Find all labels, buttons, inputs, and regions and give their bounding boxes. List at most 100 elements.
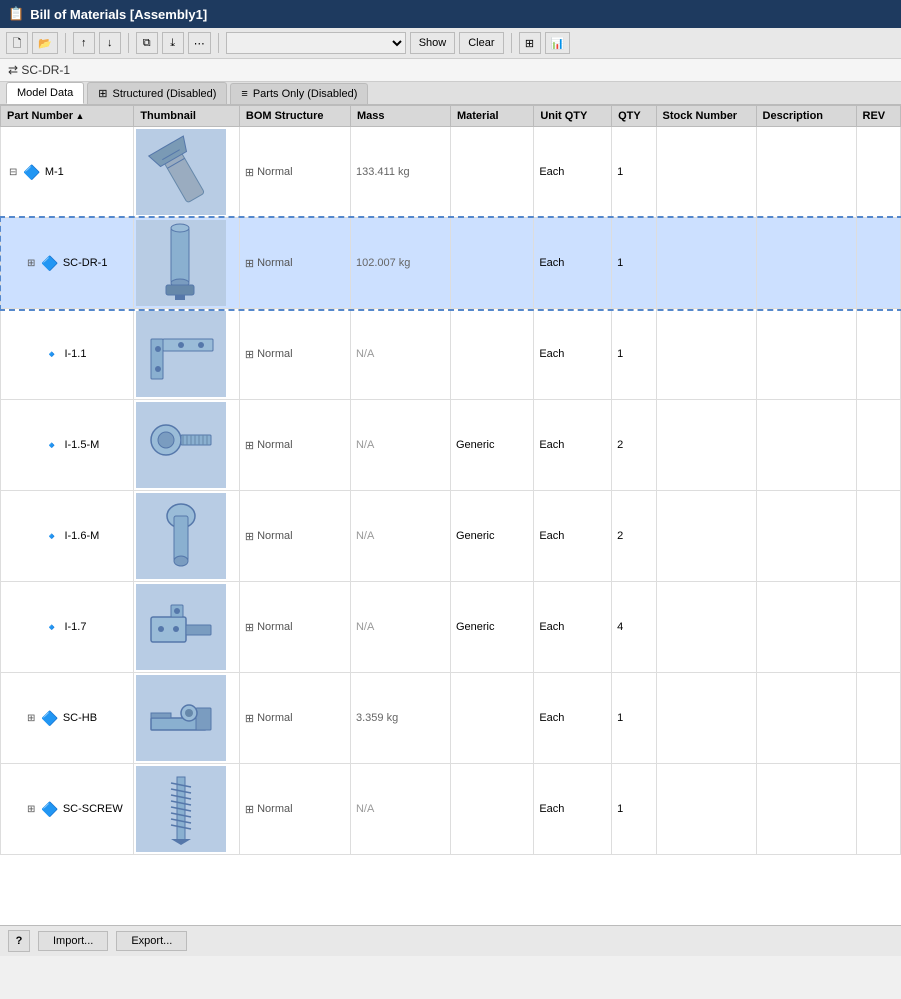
filter-button[interactable]: ⧉ <box>136 32 158 54</box>
cell-partnum-row-scdr1: ⊞🔷SC-DR-1 <box>1 218 134 309</box>
bom-structure-icon-row-i11: ⊞ <box>245 348 254 361</box>
import-button[interactable]: Import... <box>38 931 108 951</box>
table-row[interactable]: ⊞🔷SC-HB ⊞Normal3.359 kgEach1 <box>1 673 901 764</box>
clear-button[interactable]: Clear <box>459 32 503 54</box>
tab-parts-only-label: Parts Only (Disabled) <box>253 88 358 100</box>
cell-stock-row-i16m <box>656 491 756 582</box>
tab-bar: Model Data ⊞ Structured (Disabled) ≡ Par… <box>0 82 901 105</box>
table-row[interactable]: 🔹I-1.7 ⊞NormalN/AGenericEach4 <box>1 582 901 673</box>
part-icon-row-m1: 🔷 <box>23 164 40 181</box>
path-bar: ⇄ SC-DR-1 <box>0 59 901 82</box>
bom-structure-icon-row-scscrew: ⊞ <box>245 803 254 816</box>
expand-btn-row-scdr1[interactable]: ⊞ <box>25 257 37 270</box>
part-number-label-row-scscrew: SC-SCREW <box>63 803 123 815</box>
col-header-stock[interactable]: Stock Number <box>656 106 756 127</box>
col-header-uqty[interactable]: Unit QTY <box>534 106 612 127</box>
tab-structured[interactable]: ⊞ Structured (Disabled) <box>87 82 227 104</box>
show-button[interactable]: Show <box>410 32 456 54</box>
export-button-footer[interactable]: Export... <box>116 931 187 951</box>
part-number-label-row-i16m: I-1.6-M <box>64 530 99 542</box>
cell-bom-row-i11: ⊞Normal <box>239 309 350 400</box>
col-header-material[interactable]: Material <box>450 106 533 127</box>
cell-desc-row-i11 <box>756 309 856 400</box>
cell-stock-row-scdr1 <box>656 218 756 309</box>
tab-model-data[interactable]: Model Data <box>6 82 84 104</box>
sort-desc-button[interactable]: ↓ <box>99 32 121 54</box>
bom-table-container: Part Number Thumbnail BOM Structure Mass… <box>0 105 901 925</box>
cell-unit-qty-row-i16m: Each <box>534 491 612 582</box>
thumbnail-img-row-m1 <box>136 129 226 215</box>
cell-unit-qty-row-scscrew: Each <box>534 764 612 855</box>
new-button[interactable]: 🗋 <box>6 32 28 54</box>
cell-rev-row-i17 <box>856 582 900 673</box>
col-header-qty[interactable]: QTY <box>612 106 656 127</box>
thumbnail-img-row-scdr1 <box>136 220 226 306</box>
part-number-label-row-scdr1: SC-DR-1 <box>63 257 108 269</box>
cell-qty-row-i17: 4 <box>612 582 656 673</box>
export-button[interactable]: ⤓ <box>162 32 184 54</box>
expand-btn-row-m1[interactable]: ⊟ <box>7 166 19 179</box>
tab-parts-only[interactable]: ≡ Parts Only (Disabled) <box>230 83 368 104</box>
expand-btn-row-scscrew[interactable]: ⊞ <box>25 803 37 816</box>
bom-structure-label-row-i11: Normal <box>257 348 292 360</box>
part-number-label-row-m1: M-1 <box>45 166 64 178</box>
window-title: Bill of Materials [Assembly1] <box>30 7 207 22</box>
cell-partnum-row-schb: ⊞🔷SC-HB <box>1 673 134 764</box>
cell-rev-row-scdr1 <box>856 218 900 309</box>
bom-structure-icon-row-i17: ⊞ <box>245 621 254 634</box>
bom-structure-label-row-i16m: Normal <box>257 530 292 542</box>
cell-unit-qty-row-schb: Each <box>534 673 612 764</box>
table-view-button[interactable]: ⊞ <box>519 32 541 54</box>
cell-partnum-row-i17: 🔹I-1.7 <box>1 582 134 673</box>
help-button[interactable]: ? <box>8 930 30 952</box>
table-row[interactable]: ⊟🔷M-1 ⊞Normal133.411 kgEach1 <box>1 127 901 218</box>
table-row[interactable]: 🔹I-1.1 ⊞NormalN/AEach1 <box>1 309 901 400</box>
cell-desc-row-i16m <box>756 491 856 582</box>
cell-qty-row-scdr1: 1 <box>612 218 656 309</box>
open-button[interactable]: 📂 <box>32 32 58 54</box>
cell-rev-row-m1 <box>856 127 900 218</box>
cell-partnum-row-i11: 🔹I-1.1 <box>1 309 134 400</box>
expand-btn-row-schb[interactable]: ⊞ <box>25 712 37 725</box>
cell-rev-row-scscrew <box>856 764 900 855</box>
tab-parts-only-icon: ≡ <box>241 88 247 100</box>
cell-mass-row-i15m: N/A <box>350 400 450 491</box>
cell-material-row-i17: Generic <box>450 582 533 673</box>
bom-structure-icon-row-scdr1: ⊞ <box>245 257 254 270</box>
thumbnail-img-row-i15m <box>136 402 226 488</box>
chart-view-button[interactable]: 📊 <box>545 32 571 54</box>
filter-dropdown[interactable] <box>226 32 406 54</box>
cell-bom-row-i16m: ⊞Normal <box>239 491 350 582</box>
table-row[interactable]: ⊞🔷SC-DR-1 ⊞Normal102.007 kgEach1 <box>1 218 901 309</box>
col-header-mass[interactable]: Mass <box>350 106 450 127</box>
cell-thumb-row-scdr1 <box>134 218 240 309</box>
part-number-label-row-i17: I-1.7 <box>64 621 86 633</box>
thumbnail-img-row-schb <box>136 675 226 761</box>
cell-rev-row-schb <box>856 673 900 764</box>
table-row[interactable]: 🔹I-1.5-M ⊞NormalN/AGenericEach2 <box>1 400 901 491</box>
cell-rev-row-i16m <box>856 491 900 582</box>
sort-asc-button[interactable]: ↑ <box>73 32 95 54</box>
options-button[interactable]: ⋯ <box>188 32 211 54</box>
cell-mass-row-m1: 133.411 kg <box>350 127 450 218</box>
cell-bom-row-i15m: ⊞Normal <box>239 400 350 491</box>
bom-structure-label-row-scscrew: Normal <box>257 803 292 815</box>
cell-desc-row-scdr1 <box>756 218 856 309</box>
col-header-bom[interactable]: BOM Structure <box>239 106 350 127</box>
footer-bar: ? Import... Export... <box>0 925 901 956</box>
cell-thumb-row-scscrew <box>134 764 240 855</box>
part-number-label-row-i15m: I-1.5-M <box>64 439 99 451</box>
part-icon-row-schb: 🔷 <box>41 710 58 727</box>
cell-qty-row-m1: 1 <box>612 127 656 218</box>
col-header-rev[interactable]: REV <box>856 106 900 127</box>
cell-material-row-scscrew <box>450 764 533 855</box>
col-header-partnum[interactable]: Part Number <box>1 106 134 127</box>
app-icon: 📋 <box>8 6 24 22</box>
table-row[interactable]: ⊞🔷SC-SCREW ⊞NormalN/AEach1 <box>1 764 901 855</box>
cell-thumb-row-i17 <box>134 582 240 673</box>
cell-unit-qty-row-scdr1: Each <box>534 218 612 309</box>
toolbar-sep-4 <box>511 33 512 53</box>
part-icon-row-scscrew: 🔷 <box>41 801 58 818</box>
col-header-desc[interactable]: Description <box>756 106 856 127</box>
table-row[interactable]: 🔹I-1.6-M ⊞NormalN/AGenericEach2 <box>1 491 901 582</box>
